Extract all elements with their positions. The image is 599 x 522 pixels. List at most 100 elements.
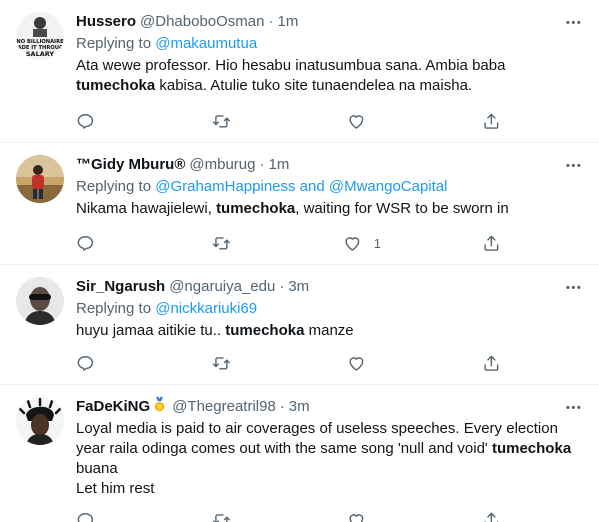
- tweet-text-part: Ata wewe professor. Hio hesabu inatusumb…: [76, 57, 506, 74]
- replying-to: Replying to @GrahamHappiness and @Mwango…: [76, 177, 583, 197]
- mention-link[interactable]: @nickkariuki69: [155, 300, 257, 317]
- tweet-content: Sir_Ngarush @ngaruiya_edu · 3m Replying …: [76, 277, 583, 341]
- tweet-text-line: Let him rest: [76, 480, 155, 497]
- avatar[interactable]: NO BILLIONAIRE MADE IT THROUGH SALARY: [16, 12, 64, 60]
- highlighted-keyword: tumechoka: [216, 200, 296, 217]
- replying-label: Replying to: [76, 300, 152, 317]
- reply-icon: [77, 355, 94, 371]
- tweet-text: Nikama hawajielewi, tumechoka, waiting f…: [76, 199, 583, 219]
- display-name[interactable]: FaDeKiNG: [76, 397, 150, 417]
- tweet-header: ™Gidy Mburu® @mburug · 1m: [76, 155, 583, 175]
- mention-link[interactable]: @GrahamHappiness and @MwangoCapital: [155, 178, 447, 195]
- like-icon: [345, 236, 360, 251]
- timestamp[interactable]: 1m: [268, 155, 289, 175]
- highlighted-keyword: tumechoka: [225, 322, 305, 339]
- like-icon: [349, 513, 364, 522]
- tweet-text: Ata wewe professor. Hio hesabu inatusumb…: [76, 56, 583, 96]
- like-button[interactable]: [347, 510, 378, 522]
- more-options-button[interactable]: [563, 12, 583, 32]
- more-options-button[interactable]: [563, 277, 583, 297]
- replying-label: Replying to: [76, 178, 152, 195]
- share-icon: [484, 113, 499, 129]
- like-button[interactable]: [347, 111, 378, 131]
- retweet-button[interactable]: [212, 510, 231, 522]
- tweet-content: FaDeKiNG @Thegreatril98 · 3m Loyal media…: [76, 396, 583, 499]
- separator-dot: ·: [268, 13, 274, 30]
- reply-icon: [77, 235, 94, 251]
- mention-link[interactable]: @makaumutua: [155, 35, 257, 52]
- highlighted-keyword: tumechoka: [76, 77, 156, 94]
- avatar[interactable]: [16, 397, 64, 445]
- tweet-header: Hussero @DhaboboOsman · 1m: [76, 12, 583, 32]
- timestamp[interactable]: 3m: [288, 277, 309, 297]
- retweet-icon: [212, 236, 230, 250]
- tweet[interactable]: Sir_Ngarush @ngaruiya_edu · 3m Replying …: [0, 265, 599, 385]
- avatar-image: [16, 397, 64, 445]
- action-bar: [76, 510, 506, 522]
- more-icon: [565, 285, 581, 289]
- separator-dot: ·: [259, 156, 265, 173]
- tweet[interactable]: FaDeKiNG @Thegreatril98 · 3m Loyal media…: [0, 385, 599, 522]
- more-options-button[interactable]: [563, 397, 583, 417]
- display-name[interactable]: ™Gidy Mburu®: [76, 155, 185, 175]
- retweet-button[interactable]: [212, 233, 231, 253]
- retweet-button[interactable]: [212, 353, 231, 373]
- share-icon: [484, 512, 499, 522]
- tweet-content: ™Gidy Mburu® @mburug · 1m Replying to @G…: [76, 155, 583, 219]
- more-options-button[interactable]: [563, 155, 583, 175]
- replying-to: Replying to @nickkariuki69: [76, 299, 583, 319]
- share-button[interactable]: [482, 233, 501, 253]
- timeline: NO BILLIONAIRE MADE IT THROUGH SALARY Hu…: [0, 0, 599, 522]
- avatar[interactable]: [16, 155, 64, 203]
- like-icon: [349, 114, 364, 129]
- tweet-text-part: Nikama hawajielewi,: [76, 200, 217, 217]
- user-handle[interactable]: @Thegreatril98: [172, 397, 276, 417]
- reply-button[interactable]: [76, 353, 95, 373]
- replying-to: Replying to @makaumutua: [76, 34, 583, 54]
- share-button[interactable]: [482, 510, 501, 522]
- tweet-header: Sir_Ngarush @ngaruiya_edu · 3m: [76, 277, 583, 297]
- tweet-text-part: , waiting for WSR to be sworn in: [295, 200, 509, 217]
- like-icon: [349, 356, 364, 371]
- tweet[interactable]: NO BILLIONAIRE MADE IT THROUGH SALARY Hu…: [0, 0, 599, 143]
- action-bar: 1: [76, 233, 506, 253]
- timestamp[interactable]: 3m: [289, 397, 310, 417]
- reply-icon: [77, 113, 94, 129]
- user-handle[interactable]: @DhaboboOsman: [140, 12, 264, 32]
- reply-button[interactable]: [76, 111, 95, 131]
- share-button[interactable]: [482, 111, 501, 131]
- tweet-text: huyu jamaa aitikie tu.. tumechoka manze: [76, 321, 583, 341]
- display-name[interactable]: Sir_Ngarush: [76, 277, 165, 297]
- highlighted-keyword: tumechoka: [491, 440, 572, 457]
- separator-dot: ·: [279, 398, 285, 415]
- retweet-button[interactable]: [212, 111, 231, 131]
- retweet-icon: [212, 513, 230, 522]
- display-name[interactable]: Hussero: [76, 12, 136, 32]
- like-button[interactable]: [347, 353, 378, 373]
- avatar[interactable]: [16, 277, 64, 325]
- more-icon: [565, 405, 581, 409]
- more-icon: [565, 163, 581, 167]
- user-handle[interactable]: @ngaruiya_edu: [169, 277, 275, 297]
- tweet-text-part: Loyal media is paid to air coverages of …: [76, 420, 558, 457]
- medal-icon: [151, 396, 168, 419]
- timestamp[interactable]: 1m: [278, 12, 299, 32]
- avatar-image: NO BILLIONAIRE MADE IT THROUGH SALARY: [16, 12, 64, 60]
- avatar-image: [16, 277, 64, 325]
- tweet-header: FaDeKiNG @Thegreatril98 · 3m: [76, 396, 583, 419]
- tweet[interactable]: ™Gidy Mburu® @mburug · 1m Replying to @G…: [0, 143, 599, 265]
- retweet-icon: [212, 356, 230, 370]
- share-button[interactable]: [482, 353, 501, 373]
- reply-button[interactable]: [76, 233, 95, 253]
- tweet-text-part: manze: [304, 322, 354, 339]
- avatar-text-3: SALARY: [26, 50, 55, 58]
- share-icon: [484, 235, 499, 251]
- reply-button[interactable]: [76, 510, 95, 522]
- avatar-image: [16, 155, 64, 203]
- user-handle[interactable]: @mburug: [189, 155, 255, 175]
- tweet-text-part: huyu jamaa aitikie tu..: [76, 322, 226, 339]
- like-button[interactable]: 1: [343, 233, 381, 253]
- replying-label: Replying to: [76, 35, 152, 52]
- tweet-text-part: buana: [76, 460, 118, 477]
- reply-icon: [77, 512, 94, 522]
